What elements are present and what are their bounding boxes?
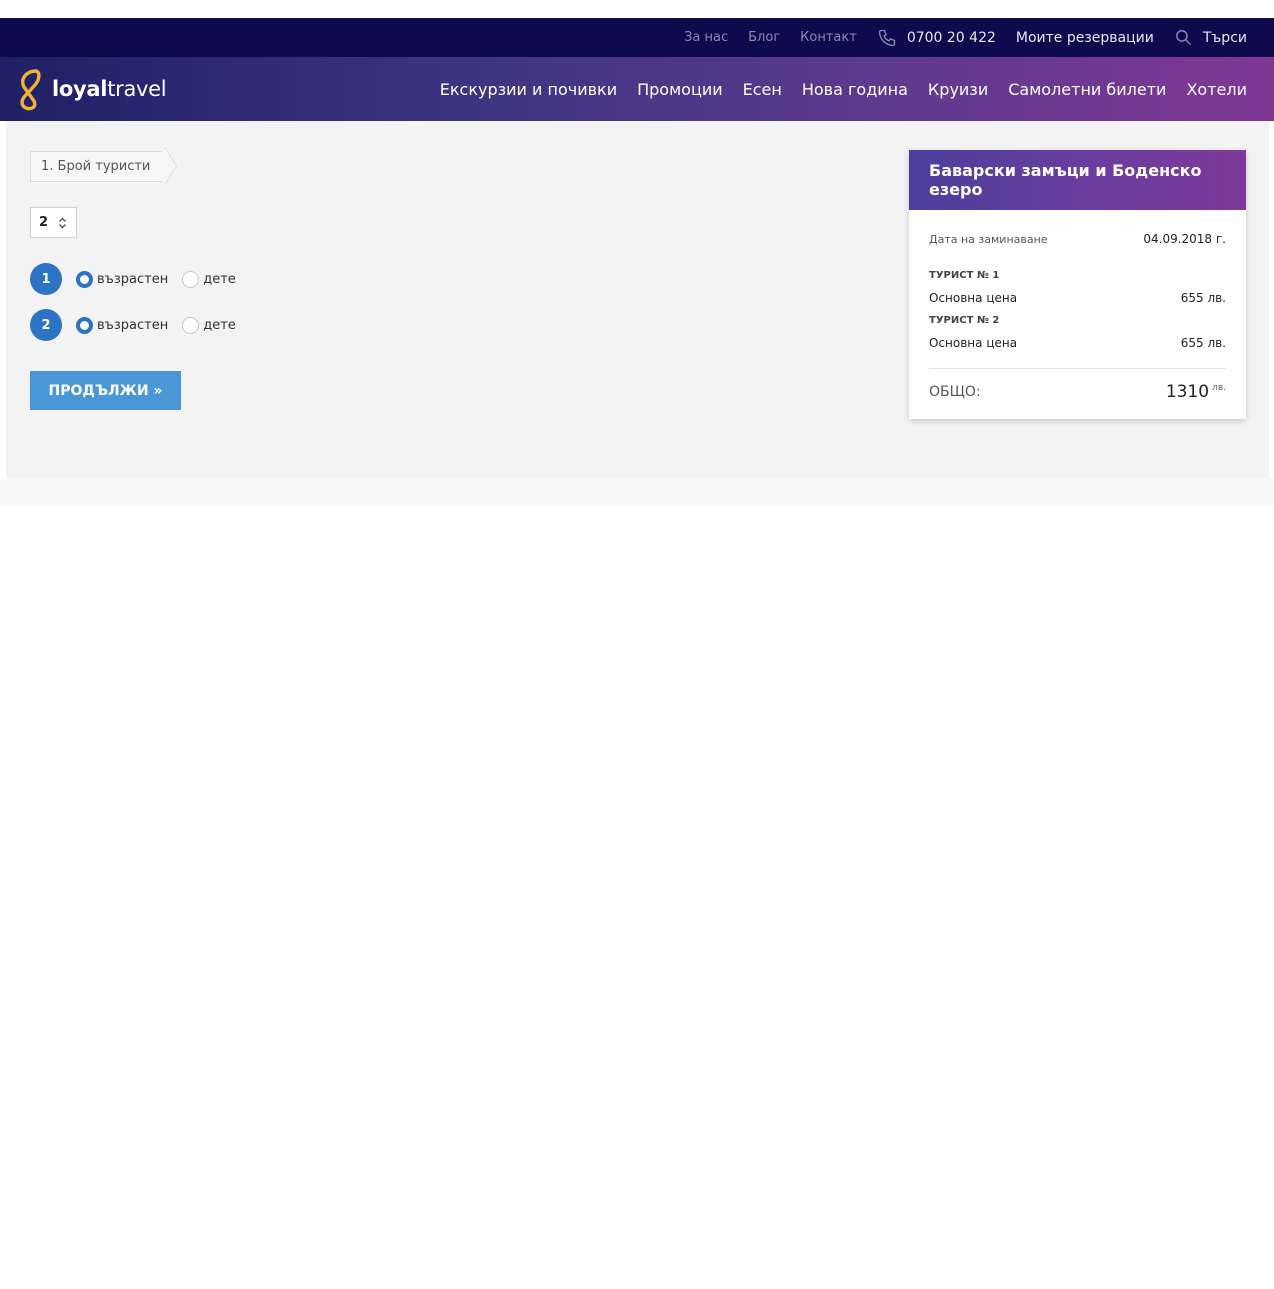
tourist-row-1: 1 възрастен дете [30, 263, 236, 295]
departure-label: Дата на заминаване [929, 233, 1048, 246]
radio-label: дете [203, 317, 236, 333]
total-value: 1310 [1165, 382, 1210, 402]
my-reservations-link[interactable]: Моите резервации [1016, 30, 1154, 46]
nav-item-new-year[interactable]: Нова година [802, 80, 908, 99]
logo-text-light: travel [107, 77, 167, 101]
booking-content: 1. Брой туристи 2 1 възрастен дете 2 въз… [6, 121, 1269, 478]
logo-text-bold: loyal [52, 77, 108, 101]
nav-item-flights[interactable]: Самолетни билети [1008, 80, 1166, 99]
tourist-count-value: 2 [39, 215, 49, 230]
phone-icon [878, 29, 895, 46]
main-navigation: loyaltravel Екскурзии и почивки Промоции… [0, 57, 1274, 121]
continue-button[interactable]: ПРОДЪЛЖИ » [30, 371, 181, 410]
radio-label: възрастен [97, 317, 169, 333]
tourist-row-2: 2 възрастен дете [30, 309, 236, 341]
logo-mark-icon [20, 69, 41, 111]
radio-label: дете [203, 271, 236, 287]
phone-number: 0700 20 422 [906, 29, 996, 46]
content-footer-strip [0, 478, 1274, 506]
search-button[interactable]: Търси [1174, 28, 1247, 47]
nav-item-hotels[interactable]: Хотели [1186, 80, 1247, 99]
price-label: Основна цена [929, 291, 1018, 305]
tourist-1-child-radio[interactable]: дете [182, 270, 236, 288]
summary-price-row: Основна цена 655 лв. [929, 336, 1226, 350]
step-indicator: 1. Брой туристи [30, 151, 168, 182]
nav-item-excursions[interactable]: Екскурзии и почивки [440, 80, 617, 99]
about-link[interactable]: За нас [684, 30, 728, 45]
contact-link[interactable]: Контакт [800, 30, 857, 45]
booking-summary-card: Баварски замъци и Боденско езеро Дата на… [909, 150, 1246, 419]
search-icon [1175, 30, 1191, 46]
tourist-count-select[interactable]: 2 [30, 207, 77, 238]
nav-item-promotions[interactable]: Промоции [637, 80, 723, 99]
summary-divider [929, 368, 1226, 369]
updown-chevron-icon [59, 217, 67, 228]
total-label: ОБЩО: [929, 384, 981, 400]
logo-text: loyaltravel [52, 77, 167, 101]
total-amount: 1310 лв. [1166, 382, 1226, 402]
total-row: ОБЩО: 1310 лв. [929, 382, 1226, 402]
radio-unchecked-icon [182, 270, 200, 288]
tourist-2-adult-radio[interactable]: възрастен [76, 316, 169, 334]
radio-label: възрастен [97, 271, 169, 287]
departure-value: 04.09.2018 г. [1143, 232, 1226, 246]
price-label: Основна цена [929, 336, 1018, 350]
summary-title: Баварски замъци и Боденско езеро [909, 150, 1246, 210]
price-value: 655 лв. [1180, 291, 1226, 305]
departure-row: Дата на заминаване 04.09.2018 г. [929, 232, 1226, 246]
radio-unchecked-icon [182, 316, 200, 334]
radio-checked-icon [76, 316, 93, 334]
search-label: Търси [1202, 29, 1247, 46]
brand-logo[interactable]: loyaltravel [16, 67, 167, 111]
tourist-1-adult-radio[interactable]: възрастен [76, 270, 169, 288]
tourist-2-child-radio[interactable]: дете [182, 316, 236, 334]
nav-item-cruises[interactable]: Круизи [928, 80, 988, 99]
total-currency: лв. [1212, 383, 1226, 394]
blog-link[interactable]: Блог [748, 30, 780, 45]
tourist-number-badge: 2 [30, 309, 62, 341]
summary-tourist-label: ТУРИСТ № 1 [929, 270, 1000, 281]
nav-item-autumn[interactable]: Есен [743, 80, 782, 99]
nav-menu: Екскурзии и почивки Промоции Есен Нова г… [420, 80, 1247, 99]
top-utility-bar: За нас Блог Контакт 0700 20 422 Моите ре… [0, 18, 1274, 57]
summary-tourist-label: ТУРИСТ № 2 [929, 315, 1000, 326]
summary-price-row: Основна цена 655 лв. [929, 291, 1226, 305]
tourist-number-badge: 1 [30, 263, 62, 295]
price-value: 655 лв. [1180, 336, 1226, 350]
phone-link[interactable]: 0700 20 422 [877, 28, 996, 48]
radio-checked-icon [76, 270, 93, 288]
